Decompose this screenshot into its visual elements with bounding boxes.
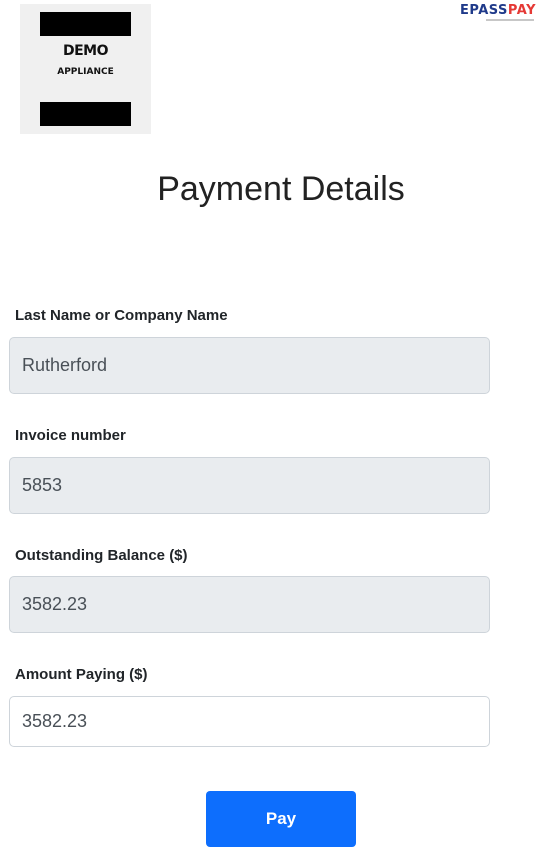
invoice-number-field[interactable] [9,457,490,514]
logo-line1: DEMO [62,43,109,59]
last-name-label: Last Name or Company Name [15,307,228,324]
outstanding-balance-field[interactable] [9,576,490,633]
logo-line2: APPLIANCE [57,67,114,77]
logo-bar-top [40,12,131,36]
company-logo: DEMO APPLIANCE [20,4,151,134]
amount-paying-field[interactable] [9,696,490,747]
page-title: Payment Details [157,170,405,208]
brand-logo-part2: PAY [507,3,536,18]
amount-paying-label: Amount Paying ($) [15,666,148,683]
invoice-number-label: Invoice number [15,427,126,444]
pay-button[interactable]: Pay [206,791,356,847]
last-name-field[interactable] [9,337,490,394]
brand-logo-part1: EPASS [460,3,508,18]
logo-bar-bottom [40,102,131,126]
brand-tagline-line [486,19,534,21]
brand-logo: EPASSPAY [460,4,536,17]
outstanding-balance-label: Outstanding Balance ($) [15,547,188,564]
